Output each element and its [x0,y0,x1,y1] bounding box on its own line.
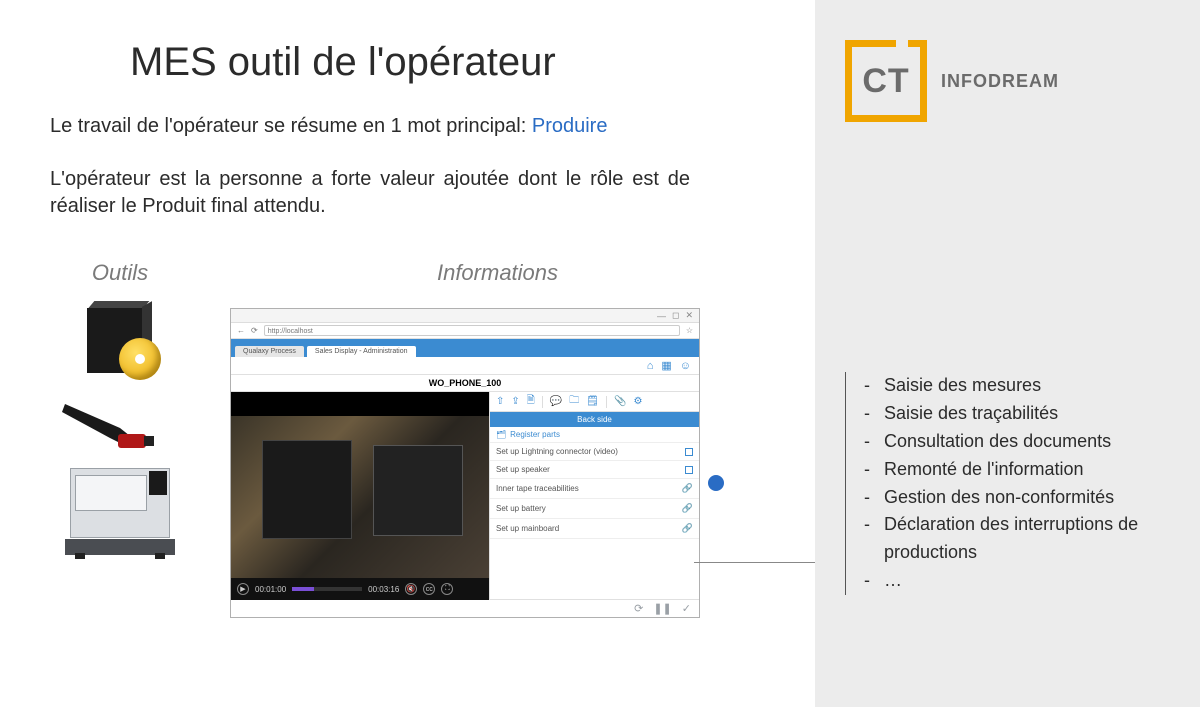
tab-qualaxy: Qualaxy Process [235,346,304,357]
upload-icon: ⇧ [496,396,504,407]
intro-prefix: Le travail de l'opérateur se résume en 1… [50,115,532,137]
tab-sales-display: Sales Display - Administration [307,346,416,357]
chat-icon: 💬 [550,396,562,407]
fullscreen-icon: ⛶ [441,583,453,595]
panel-header: Back side [490,412,699,427]
note-icon: 🗒 [586,396,599,407]
work-order-title: WO_PHONE_100 [231,375,699,392]
outils-column: Outils [50,260,190,618]
task-toolbar: ⇧ ⇪ 🗎 💬 🗀 🗒 📎 ⚙ [490,392,699,412]
page-title: MES outil de l'opérateur [130,40,765,85]
slide: MES outil de l'opérateur Le travail de l… [0,0,1200,707]
panel-subheader: 🗂Register parts [490,427,699,443]
list-item: Déclaration des interruptions de product… [864,511,1180,567]
task-row: Set up battery🔗 [490,499,699,519]
back-icon: ← [237,326,245,335]
gear-icon: ⚙ [633,396,642,407]
two-columns: Outils Informations [50,260,765,618]
checkbox-icon [685,466,693,474]
intro-highlight: Produire [532,115,608,137]
intro-line-1: Le travail de l'opérateur se résume en 1… [50,115,765,138]
task-row: Set up mainboard🔗 [490,519,699,539]
user-icon: ☺ [680,360,691,372]
list-item: Saisie des mesures [864,372,1180,400]
play-icon: ▶ [237,583,249,595]
address-bar: ← ⟳ http://localhost ☆ [231,323,699,339]
app-tabs: Qualaxy Process Sales Display - Administ… [231,339,699,357]
feature-list: Saisie des mesures Saisie des traçabilit… [845,372,1180,595]
task-panel: ⇧ ⇪ 🗎 💬 🗀 🗒 📎 ⚙ Back [489,392,699,600]
check-icon: ✓ [682,602,691,615]
list-item: Consultation des documents [864,428,1180,456]
folder-icon: 🗀 [569,393,579,410]
video-time-total: 00:03:16 [368,585,399,594]
doc-icon: 🗎 [527,393,535,410]
home-icon: ⌂ [647,360,654,372]
attach-icon: 📎 [614,396,626,407]
list-item: Remonté de l'information [864,456,1180,484]
logo-square: CT [845,40,927,122]
grid-icon: ▦ [661,359,671,372]
video-player: ▶ 00:01:00 00:03:16 🔇 cc ⛶ [231,392,489,600]
refresh-icon: ⟳ [251,326,258,335]
mute-icon: 🔇 [405,583,417,595]
app-toolbar: ⌂ ▦ ☺ [231,357,699,375]
power-tool-icon [60,396,180,446]
panel-footer: ⟳ ❚❚ ✓ [489,599,699,617]
list-item: Gestion des non-conformités [864,484,1180,512]
link-icon: 🔗 [682,483,693,494]
list-item: … [864,567,1180,595]
intro-line-2: L'opérateur est la personne a forte vale… [50,166,690,220]
task-row: Inner tape traceabilities🔗 [490,479,699,499]
informations-heading: Informations [230,260,765,286]
main-column: MES outil de l'opérateur Le travail de l… [0,0,815,707]
software-box-icon [85,308,155,378]
tools-stack [50,308,190,559]
video-time-current: 00:01:00 [255,585,286,594]
task-row: Set up speaker [490,461,699,479]
share-icon: ⇪ [511,396,519,407]
link-icon: 🔗 [682,523,693,534]
task-row: Set up Lightning connector (video) [490,443,699,461]
browser-screenshot: —◻✕ ← ⟳ http://localhost ☆ Qualaxy Proce… [230,308,700,618]
link-icon: 🔗 [682,503,693,514]
url-field: http://localhost [264,325,680,336]
sidebar: CT INFODREAM Saisie des mesures Saisie d… [815,0,1200,707]
video-controls: ▶ 00:01:00 00:03:16 🔇 cc ⛶ [231,578,489,600]
star-icon: ☆ [686,326,693,335]
informations-column: Informations —◻✕ ← ⟳ http://localhost ☆ … [230,260,765,618]
pause-icon: ❚❚ [653,602,671,615]
cnc-machine-icon [65,464,175,559]
connector-dot [708,475,724,491]
video-frame [231,416,489,578]
window-controls: —◻✕ [231,309,699,323]
logo-name: INFODREAM [941,71,1059,92]
outils-heading: Outils [50,260,190,286]
logo: CT INFODREAM [845,40,1180,122]
progress-bar [292,587,362,591]
cc-icon: cc [423,583,435,595]
checkbox-icon [685,448,693,456]
sync-icon: ⟳ [634,602,643,615]
logo-short: CT [862,62,909,101]
list-item: Saisie des traçabilités [864,400,1180,428]
